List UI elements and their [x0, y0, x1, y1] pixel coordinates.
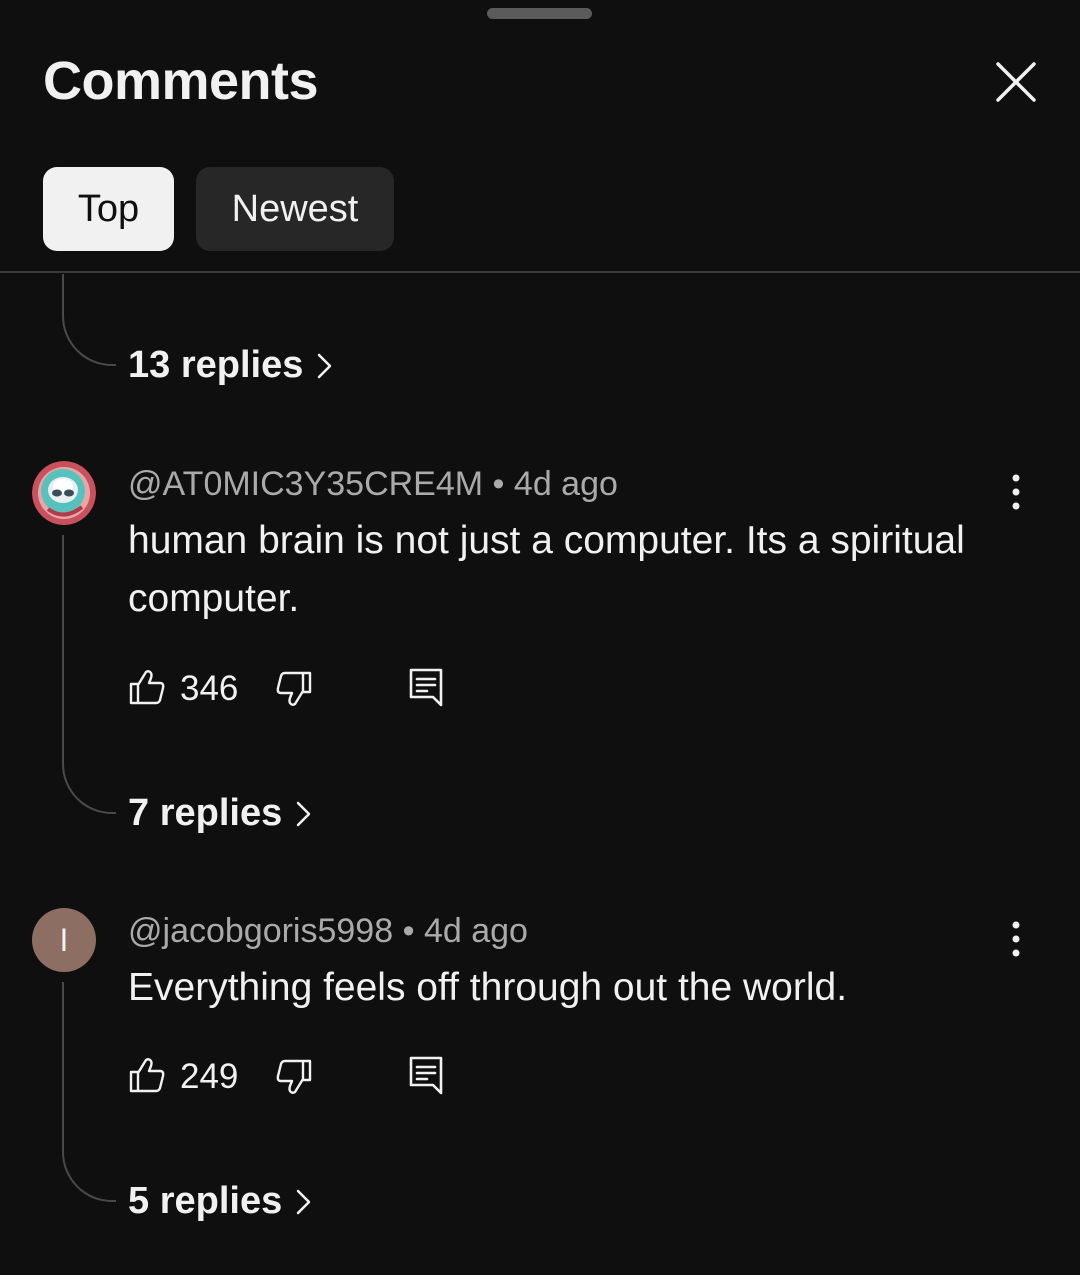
reply-button[interactable]	[408, 1055, 444, 1100]
replies-label: 5 replies	[128, 1180, 283, 1222]
thumbs-down-icon	[276, 671, 312, 706]
author-handle[interactable]: @jacobgoris5998	[128, 912, 393, 950]
thumbs-down-icon	[276, 1059, 312, 1094]
alien-avatar-icon	[32, 461, 96, 525]
chevron-right-icon	[296, 1189, 311, 1214]
more-vert-icon	[1012, 921, 1020, 957]
avatar[interactable]	[32, 461, 96, 525]
comment-meta: @AT0MIC3Y35CRE4M • 4d ago	[128, 465, 618, 504]
reply-comment-icon	[409, 1056, 443, 1095]
comment-time: 4d ago	[513, 465, 618, 503]
view-replies-button[interactable]: 7 replies	[128, 792, 312, 835]
like-count: 346	[180, 669, 239, 708]
comment-options-button[interactable]	[998, 917, 1034, 961]
header-divider	[0, 271, 1080, 273]
replies-label: 7 replies	[128, 792, 283, 834]
comment-time: 4d ago	[423, 912, 528, 950]
thumbs-up-icon	[129, 670, 165, 705]
view-replies-button[interactable]: 5 replies	[128, 1180, 312, 1223]
close-icon	[996, 62, 1036, 102]
author-handle[interactable]: @AT0MIC3Y35CRE4M	[128, 465, 483, 503]
view-replies-button[interactable]: 13 replies	[128, 344, 333, 387]
reply-button[interactable]	[408, 667, 444, 712]
meta-separator: •	[402, 912, 415, 950]
comment-options-button[interactable]	[998, 470, 1034, 514]
thread-connector	[62, 535, 116, 814]
chevron-right-icon	[318, 353, 332, 378]
drag-handle[interactable]	[487, 8, 592, 19]
like-count: 249	[180, 1057, 239, 1096]
meta-separator: •	[492, 465, 505, 503]
like-button[interactable]	[128, 1056, 166, 1099]
dislike-button[interactable]	[275, 670, 313, 713]
comment-meta: @jacobgoris5998 • 4d ago	[128, 912, 528, 951]
thread-connector	[62, 982, 116, 1202]
dislike-button[interactable]	[275, 1058, 313, 1101]
replies-label: 13 replies	[128, 344, 304, 386]
tab-top[interactable]: Top	[43, 167, 174, 251]
like-button[interactable]	[128, 668, 166, 711]
close-button[interactable]	[990, 56, 1042, 108]
page-title: Comments	[43, 51, 319, 111]
tab-newest[interactable]: Newest	[196, 167, 394, 251]
chevron-right-icon	[296, 801, 311, 826]
avatar[interactable]: I	[32, 908, 96, 972]
thread-connector	[62, 274, 116, 366]
comment-text: human brain is not just a computer. Its …	[128, 519, 965, 620]
more-vert-icon	[1012, 474, 1020, 510]
comment-text: Everything feels off through out the wor…	[128, 966, 848, 1009]
thumbs-up-icon	[129, 1058, 165, 1093]
reply-comment-icon	[409, 668, 443, 707]
